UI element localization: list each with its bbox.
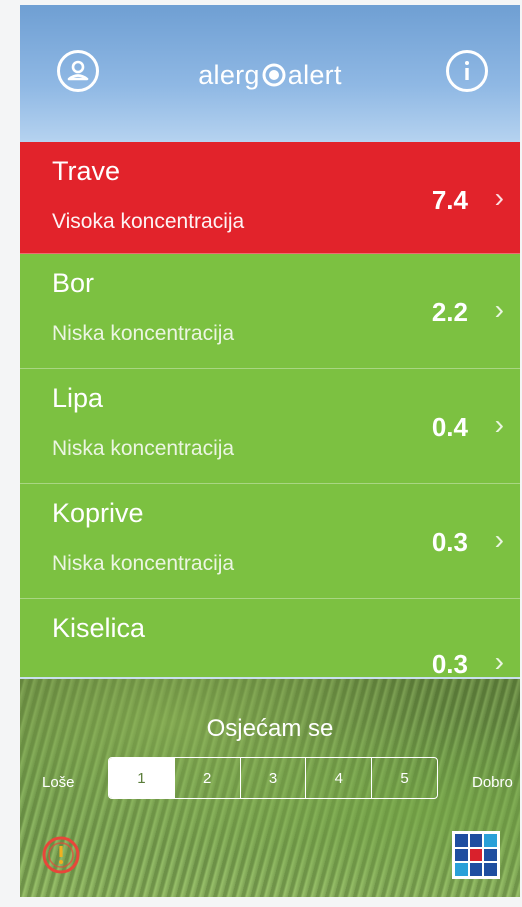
- chevron-right-icon: ›: [494, 646, 504, 677]
- scale-low-label: Loše: [42, 774, 75, 791]
- allergen-level: Niska koncentracija: [52, 322, 235, 345]
- info-circle-icon: [465, 61, 469, 80]
- allergen-row-koprive[interactable]: Koprive Niska koncentracija 0.3 ›: [20, 484, 520, 599]
- chevron-right-icon: ›: [494, 409, 504, 440]
- scale-high-label: Dobro: [472, 774, 513, 791]
- allergen-value: 0.4: [431, 412, 468, 442]
- allergen-level: Visoka koncentracija: [52, 210, 245, 233]
- allergen-name: Bor: [52, 268, 95, 298]
- feeling-scale: 1 2 3 4 5: [108, 757, 438, 799]
- chevron-right-icon: ›: [494, 294, 504, 325]
- feeling-option-5[interactable]: 5: [371, 758, 437, 798]
- app-frame: alerg alert Trave Visoka koncentracija 7.…: [20, 5, 520, 897]
- logo-mark-icon: [262, 63, 286, 87]
- alert-circle-icon: [42, 836, 80, 874]
- allergen-value: 7.4: [431, 185, 468, 215]
- allergen-row-kiselica[interactable]: Kiselica 0.3 ›: [20, 599, 520, 679]
- allergen-row-trave[interactable]: Trave Visoka koncentracija 7.4 ›: [20, 142, 520, 254]
- allergen-row-bor[interactable]: Bor Niska koncentracija 2.2 ›: [20, 254, 520, 369]
- allergen-row-lipa[interactable]: Lipa Niska koncentracija 0.4 ›: [20, 369, 520, 484]
- feeling-option-2[interactable]: 2: [173, 758, 240, 798]
- allergen-level: Niska koncentracija: [52, 437, 235, 460]
- allergen-name: Kiselica: [52, 613, 146, 643]
- allergen-value: 0.3: [431, 527, 468, 557]
- header: alerg alert: [20, 5, 520, 145]
- feeling-panel: Osjećam se Loše 1 2 3 4 5 Dobro: [20, 679, 520, 897]
- alert-button[interactable]: [40, 834, 82, 876]
- logo-text-left: alerg: [198, 60, 260, 90]
- info-button[interactable]: [446, 50, 488, 92]
- allergen-name: Trave: [52, 156, 121, 186]
- allergen-level: Niska koncentracija: [52, 552, 235, 575]
- logo-text-right: alert: [287, 60, 342, 90]
- allergen-name: Lipa: [52, 383, 104, 413]
- app-logo: alerg alert: [20, 60, 520, 91]
- chevron-right-icon: ›: [494, 182, 504, 213]
- feeling-label: Osjećam se: [206, 715, 334, 742]
- allergen-name: Koprive: [52, 498, 144, 528]
- feeling-option-3[interactable]: 3: [239, 758, 306, 798]
- grid-logo-icon[interactable]: [452, 831, 500, 879]
- allergen-value: 0.3: [431, 649, 468, 679]
- chevron-right-icon: ›: [494, 524, 504, 555]
- allergen-value: 2.2: [431, 297, 468, 327]
- feeling-option-1[interactable]: 1: [109, 758, 174, 798]
- allergen-list: Trave Visoka koncentracija 7.4 › Bor Nis…: [20, 142, 520, 679]
- feeling-option-4[interactable]: 4: [305, 758, 371, 798]
